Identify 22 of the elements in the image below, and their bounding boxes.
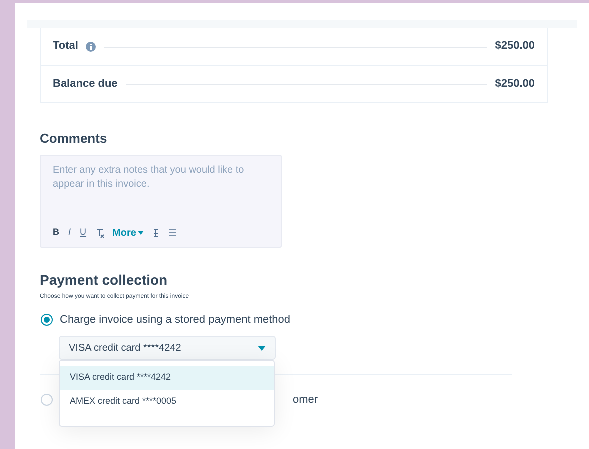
caret-icon: [258, 346, 266, 350]
summary-value: $250.00: [495, 76, 535, 92]
italic-button[interactable]: I: [68, 226, 72, 240]
underline-button[interactable]: U: [80, 226, 87, 240]
info-icon: [86, 42, 96, 52]
summary-label: Total: [53, 39, 78, 54]
menu-item[interactable]: VISA credit card ****4242: [60, 366, 274, 390]
payment-method-select[interactable]: VISA credit card ****4242: [59, 336, 276, 360]
summary-value: $250.00: [495, 39, 535, 54]
section-title: Comments: [40, 130, 108, 148]
menu-item[interactable]: AMEX credit card ****0005: [60, 390, 274, 414]
section-title: Payment collection: [40, 270, 169, 290]
comment-field: Enter any extra notes that you would like to appear in this invoice. B I U More: [40, 154, 282, 248]
bold-button[interactable]: B: [53, 226, 60, 240]
summary-label: Balance due: [53, 76, 118, 92]
option-label: Charge invoice using a stored payment method: [60, 312, 291, 328]
caret-icon: [138, 231, 144, 235]
list-icon[interactable]: [168, 229, 178, 237]
option-label: omer: [293, 393, 318, 408]
clear-format-icon[interactable]: [96, 228, 104, 238]
insert-icon[interactable]: [153, 228, 160, 238]
radio-button[interactable]: [41, 314, 53, 326]
